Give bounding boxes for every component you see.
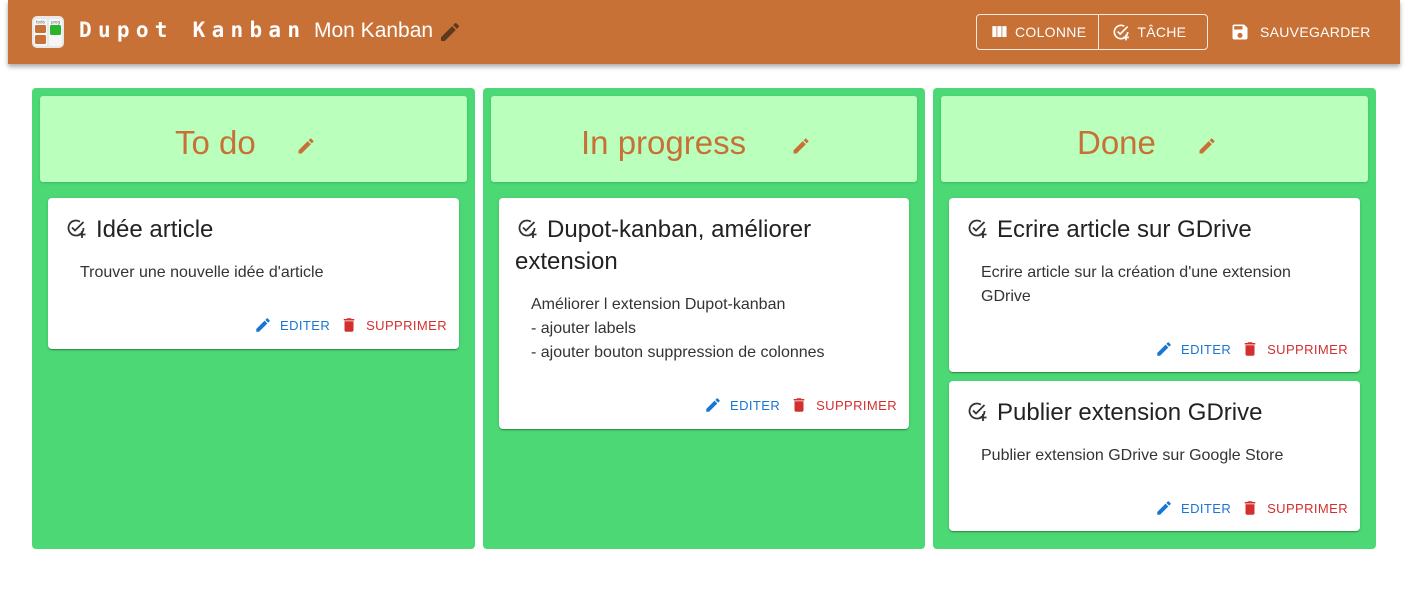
add-task-label: TÂCHE <box>1137 24 1187 40</box>
pencil-icon <box>256 318 270 332</box>
pencil-icon <box>706 398 720 412</box>
delete-task-button[interactable]: SUPPRIMER <box>1241 340 1348 358</box>
pencil-icon <box>1157 501 1171 515</box>
column-title: To do <box>175 124 256 161</box>
view-column-icon <box>992 26 1007 37</box>
save-button[interactable]: SAUVEGARDER <box>1220 14 1381 50</box>
column-done: Done Ecrire article sur GDrive Ecrire ar… <box>933 88 1376 549</box>
delete-task-button[interactable]: SUPPRIMER <box>340 316 447 334</box>
edit-column-icon[interactable] <box>296 136 316 156</box>
column-todo: To do Idée article Trouver une nouvelle … <box>32 88 475 549</box>
edit-column-icon[interactable] <box>1197 136 1217 156</box>
delete-task-button[interactable]: SUPPRIMER <box>1241 499 1348 517</box>
edit-column-icon[interactable] <box>791 136 811 156</box>
task-actions: EDITER SUPPRIMER <box>1155 498 1348 518</box>
task-title: Ecrire article sur GDrive <box>997 216 1252 243</box>
task-card: Idée article Trouver une nouvelle idée d… <box>48 198 459 349</box>
edit-label: EDITER <box>280 317 331 333</box>
column-header: In progress <box>491 96 917 182</box>
task-description: Publier extension GDrive sur Google Stor… <box>981 447 1284 464</box>
task-card: Ecrire article sur GDrive Ecrire article… <box>949 198 1360 372</box>
edit-task-button[interactable]: EDITER <box>704 396 780 414</box>
trash-icon <box>1244 501 1256 515</box>
save-icon <box>1232 24 1248 40</box>
pencil-icon <box>1157 342 1171 356</box>
column-title: In progress <box>581 124 747 161</box>
task-card: Publier extension GDrive Publier extensi… <box>949 381 1360 531</box>
edit-task-button[interactable]: EDITER <box>254 316 330 334</box>
delete-label: SUPPRIMER <box>1267 341 1348 357</box>
edit-label: EDITER <box>730 397 781 413</box>
delete-task-button[interactable]: SUPPRIMER <box>790 396 897 414</box>
edit-task-button[interactable]: EDITER <box>1155 499 1231 517</box>
app-bar: todo prog Dupot Kanban Mon Kanban COLONN… <box>8 0 1400 64</box>
task-title: Publier extension GDrive <box>997 399 1263 426</box>
logo-label-todo: todo <box>36 20 46 25</box>
task-description: Ecrire article sur la création d'une ext… <box>981 264 1291 305</box>
column-header: To do <box>40 96 467 182</box>
add-button-group: COLONNE TÂCHE <box>976 14 1208 50</box>
edit-label: EDITER <box>1181 500 1232 516</box>
add-task-button[interactable]: TÂCHE <box>1098 15 1198 49</box>
logo-label-prog: prog <box>51 20 61 25</box>
add-task-icon <box>1113 24 1130 41</box>
trash-icon <box>793 398 805 412</box>
edit-label: EDITER <box>1181 341 1232 357</box>
delete-label: SUPPRIMER <box>1267 500 1348 516</box>
column-title: Done <box>1077 124 1156 161</box>
task-description: Trouver une nouvelle idée d'article <box>80 264 324 281</box>
app-brand: Dupot Kanban <box>79 18 307 42</box>
delete-label: SUPPRIMER <box>366 317 447 333</box>
task-card: Dupot-kanban, améliorer extension Amélio… <box>499 198 909 429</box>
task-description: Améliorer l extension Dupot-kanban - ajo… <box>531 296 825 361</box>
task-actions: EDITER SUPPRIMER <box>254 315 447 335</box>
task-actions: EDITER SUPPRIMER <box>704 395 897 415</box>
trash-icon <box>343 318 355 332</box>
save-label: SAUVEGARDER <box>1260 24 1371 40</box>
kanban-logo-icon: todo prog <box>32 16 64 48</box>
trash-icon <box>1244 342 1256 356</box>
delete-label: SUPPRIMER <box>816 397 897 413</box>
column-in-progress: In progress Dupot-kanban, améliorer exte… <box>483 88 925 549</box>
column-header: Done <box>941 96 1368 182</box>
edit-board-title-icon[interactable] <box>438 20 462 44</box>
add-column-label: COLONNE <box>1015 24 1087 40</box>
task-title: Idée article <box>96 216 214 243</box>
task-title: Dupot-kanban, améliorer extension <box>515 216 812 275</box>
add-column-button[interactable]: COLONNE <box>977 15 1098 49</box>
board-title: Mon Kanban <box>314 19 434 42</box>
edit-task-button[interactable]: EDITER <box>1155 340 1231 358</box>
task-actions: EDITER SUPPRIMER <box>1155 339 1348 359</box>
